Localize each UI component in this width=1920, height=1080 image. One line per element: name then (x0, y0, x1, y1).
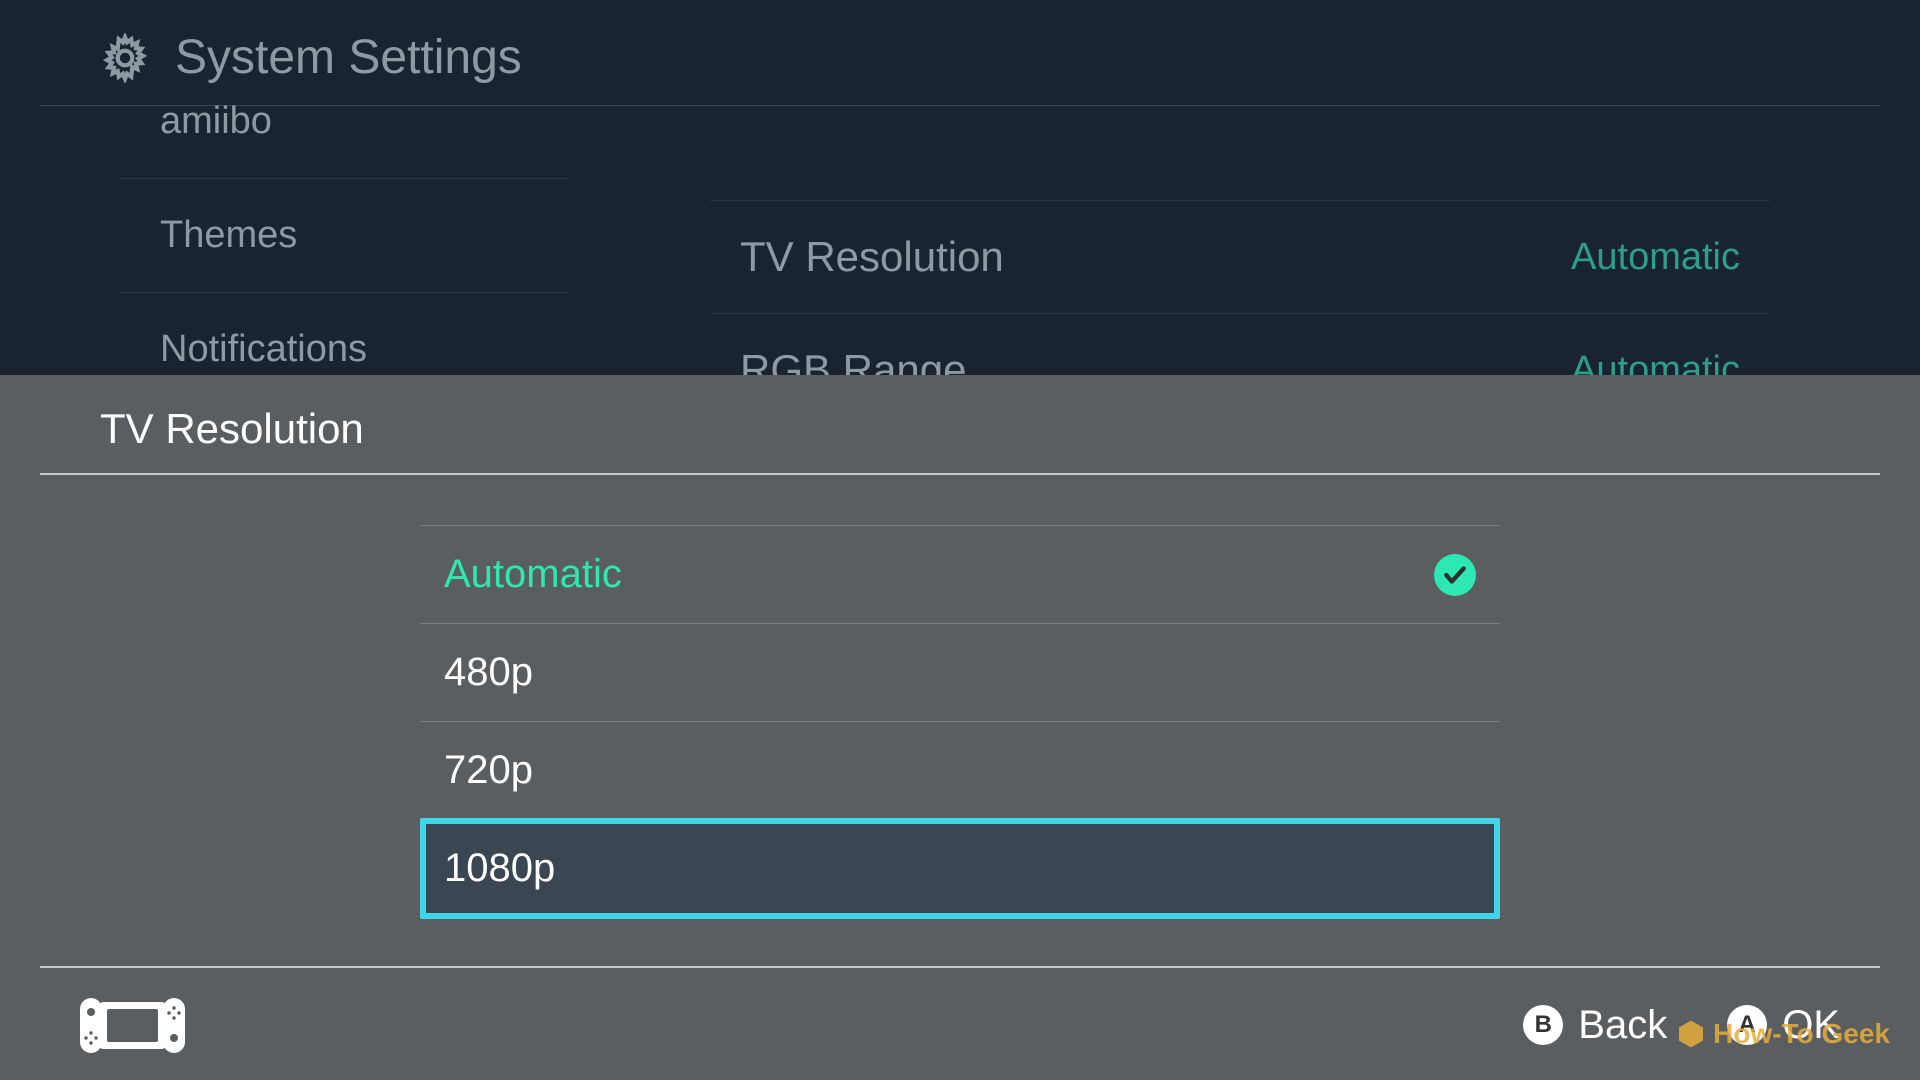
option-1080p[interactable]: 1080p (420, 818, 1500, 919)
divider (40, 473, 1880, 475)
watermark-text: How-To Geek (1713, 1018, 1890, 1050)
header: System Settings (0, 0, 1920, 105)
option-label: 1080p (444, 846, 555, 891)
setting-value: Automatic (1571, 236, 1740, 279)
option-label: 480p (444, 650, 533, 695)
divider (40, 966, 1880, 968)
button-label: Back (1578, 1003, 1667, 1048)
page-title: System Settings (175, 30, 522, 85)
option-label: Automatic (444, 552, 622, 597)
console-icon (80, 998, 185, 1053)
watermark: How-To Geek (1675, 1018, 1890, 1050)
checkmark-icon (1434, 554, 1476, 596)
option-480p[interactable]: 480p (420, 623, 1500, 721)
setting-label: TV Resolution (740, 233, 1004, 281)
sidebar: amiibo Themes Notifications (120, 100, 570, 407)
modal-tv-resolution: TV Resolution Automatic 480p 720p 1080p (0, 375, 1920, 1080)
sidebar-item-amiibo[interactable]: amiibo (120, 100, 570, 179)
b-button-icon: B (1523, 1005, 1563, 1045)
footer: B Back A OK (0, 970, 1920, 1080)
modal-title: TV Resolution (0, 375, 1920, 473)
back-button[interactable]: B Back (1523, 1003, 1667, 1048)
option-automatic[interactable]: Automatic (420, 525, 1500, 623)
option-label: 720p (444, 748, 533, 793)
gear-icon (100, 33, 150, 83)
sidebar-item-themes[interactable]: Themes (120, 179, 570, 293)
option-720p[interactable]: 720p (420, 721, 1500, 819)
setting-row-tv-resolution[interactable]: TV Resolution Automatic (710, 200, 1770, 314)
hexagon-icon (1675, 1018, 1707, 1050)
modal-options: Automatic 480p 720p 1080p (420, 525, 1500, 919)
